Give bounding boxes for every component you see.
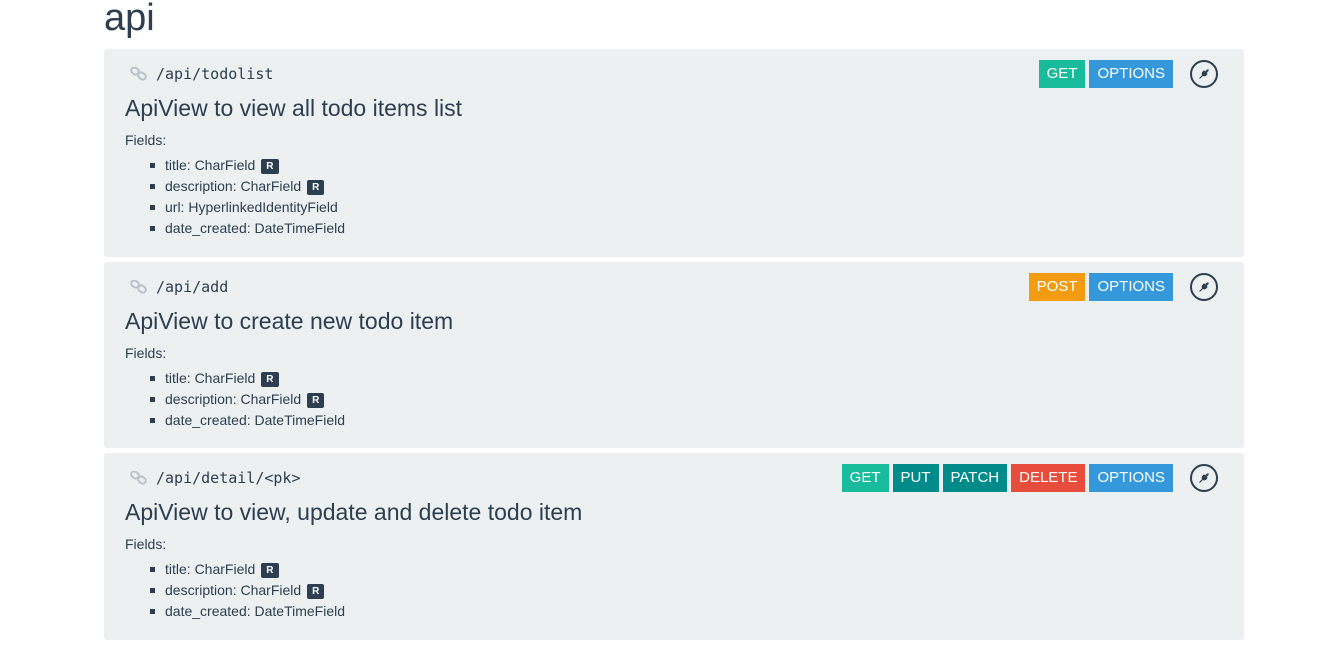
- field-text: description: CharField: [165, 178, 302, 194]
- method-badges: GET OPTIONS: [1038, 60, 1173, 88]
- try-endpoint-button[interactable]: [1190, 273, 1218, 301]
- field-text: date_created: DateTimeField: [165, 220, 346, 236]
- field-text: date_created: DateTimeField: [165, 412, 346, 428]
- method-badges: GET PUT PATCH DELETE OPTIONS: [841, 464, 1173, 492]
- method-options-badge: OPTIONS: [1089, 464, 1173, 492]
- list-item: date_created: DateTimeField: [149, 410, 346, 431]
- try-endpoint-button[interactable]: [1190, 60, 1218, 88]
- list-item: description: CharField R: [149, 176, 345, 197]
- list-item: description: CharField R: [149, 389, 345, 410]
- list-item: date_created: DateTimeField: [149, 601, 346, 622]
- endpoint-description: ApiView to create new todo item: [125, 308, 454, 334]
- endpoint-path-text: /api/detail/<pk>: [156, 469, 301, 487]
- fields-label: Fields:: [125, 345, 167, 361]
- field-text: title: CharField: [165, 561, 256, 577]
- endpoint-description: ApiView to view all todo items list: [125, 95, 463, 121]
- read-only-badge: R: [307, 393, 325, 408]
- plug-icon: [1199, 473, 1209, 483]
- plug-icon: [1199, 282, 1209, 292]
- list-item: title: CharField R: [149, 155, 345, 176]
- method-badges: POST OPTIONS: [1028, 273, 1173, 301]
- read-only-badge: R: [261, 563, 279, 578]
- endpoint-path-text: /api/todolist: [156, 65, 274, 83]
- method-delete-badge: DELETE: [1011, 464, 1086, 492]
- endpoint-panel-add: /api/add ApiView to create new todo item…: [104, 262, 1244, 448]
- try-endpoint-button[interactable]: [1190, 464, 1218, 492]
- field-text: description: CharField: [165, 582, 302, 598]
- endpoint-path[interactable]: /api/todolist: [130, 65, 273, 83]
- endpoint-description: ApiView to view, update and delete todo …: [125, 499, 583, 525]
- list-item: date_created: DateTimeField: [149, 218, 346, 239]
- link-icon: [130, 279, 148, 294]
- field-text: title: CharField: [165, 157, 256, 173]
- endpoint-path[interactable]: /api/add: [130, 278, 228, 296]
- page-title: api: [104, 0, 155, 39]
- method-patch-badge: PATCH: [942, 464, 1008, 492]
- method-get-badge: GET: [1038, 60, 1086, 88]
- field-text: url: HyperlinkedIdentityField: [165, 199, 338, 215]
- read-only-badge: R: [307, 584, 325, 599]
- list-item: title: CharField R: [149, 368, 345, 389]
- method-options-badge: OPTIONS: [1089, 273, 1173, 301]
- link-icon: [130, 66, 148, 81]
- read-only-badge: R: [307, 180, 325, 195]
- list-item: title: CharField R: [149, 559, 345, 580]
- list-item: url: HyperlinkedIdentityField: [149, 197, 345, 218]
- list-item: description: CharField R: [149, 580, 345, 601]
- endpoint-panel-detail: /api/detail/<pk> ApiView to view, update…: [104, 453, 1244, 640]
- field-text: date_created: DateTimeField: [165, 603, 346, 619]
- fields-label: Fields:: [125, 536, 167, 552]
- endpoint-path-text: /api/add: [156, 278, 229, 296]
- read-only-badge: R: [261, 372, 279, 387]
- field-list: title: CharField R description: CharField…: [125, 368, 345, 431]
- endpoint-path[interactable]: /api/detail/<pk>: [130, 469, 301, 487]
- method-put-badge: PUT: [892, 464, 939, 492]
- field-text: title: CharField: [165, 370, 256, 386]
- method-get-badge: GET: [841, 464, 889, 492]
- field-text: description: CharField: [165, 391, 302, 407]
- plug-icon: [1199, 69, 1209, 79]
- endpoint-panel-todolist: /api/todolist ApiView to view all todo i…: [104, 49, 1244, 257]
- field-list: title: CharField R description: CharField…: [125, 559, 345, 622]
- field-list: title: CharField R description: CharField…: [125, 155, 345, 239]
- read-only-badge: R: [261, 159, 279, 174]
- method-post-badge: POST: [1028, 273, 1086, 301]
- fields-label: Fields:: [125, 132, 167, 148]
- link-icon: [130, 470, 148, 485]
- method-options-badge: OPTIONS: [1089, 60, 1173, 88]
